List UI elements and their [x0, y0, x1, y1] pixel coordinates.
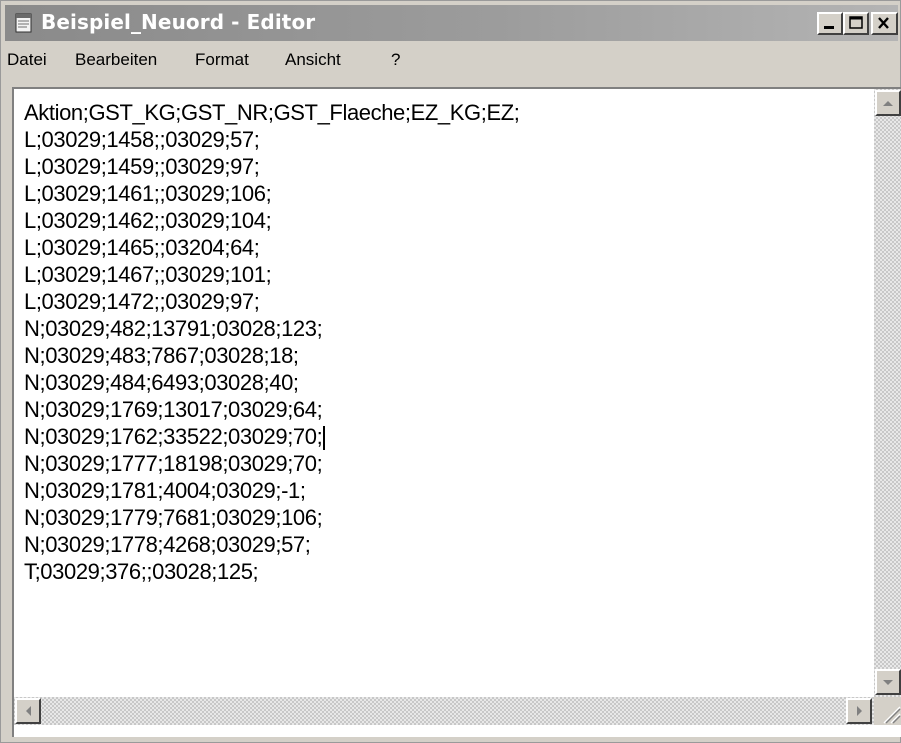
scroll-up-button[interactable]: [875, 90, 901, 116]
text-line-content: L;03029;1467;;03029;101;: [24, 262, 272, 287]
text-line-content: N;03029;1779;7681;03029;106;: [24, 505, 323, 530]
text-caret: [323, 426, 326, 451]
text-line[interactable]: L;03029;1467;;03029;101;: [24, 261, 859, 288]
text-line[interactable]: T;03029;376;;03028;125;: [24, 558, 859, 585]
text-line[interactable]: N;03029;482;13791;03028;123;: [24, 315, 859, 342]
menu-help[interactable]: ?: [391, 50, 400, 70]
text-line[interactable]: N;03029;1779;7681;03029;106;: [24, 504, 859, 531]
minimize-button[interactable]: [817, 12, 843, 35]
vertical-scrollbar[interactable]: [874, 89, 901, 697]
maximize-icon: [849, 16, 863, 29]
menu-bearbeiten[interactable]: Bearbeiten: [75, 50, 157, 70]
text-line[interactable]: L;03029;1465;;03204;64;: [24, 234, 859, 261]
text-line[interactable]: N;03029;483;7867;03028;18;: [24, 342, 859, 369]
text-line-content: T;03029;376;;03028;125;: [24, 559, 259, 584]
menu-bar: Datei Bearbeiten Format Ansicht ?: [5, 43, 898, 77]
menu-datei[interactable]: Datei: [7, 50, 47, 70]
minimize-icon: [824, 26, 834, 29]
resize-grip[interactable]: [874, 697, 901, 725]
text-line-content: L;03029;1472;;03029;97;: [24, 289, 260, 314]
maximize-button[interactable]: [843, 12, 869, 35]
text-line-content: L;03029;1458;;03029;57;: [24, 127, 260, 152]
text-line[interactable]: N;03029;484;6493;03028;40;: [24, 369, 859, 396]
window-title: Beispiel_Neuord - Editor: [41, 10, 316, 34]
text-line[interactable]: N;03029;1778;4268;03029;57;: [24, 531, 859, 558]
text-line-content: Aktion;GST_KG;GST_NR;GST_Flaeche;EZ_KG;E…: [24, 100, 520, 125]
scroll-left-button[interactable]: [15, 698, 41, 724]
title-bar[interactable]: Beispiel_Neuord - Editor: [5, 5, 898, 41]
text-line-content: L;03029;1465;;03204;64;: [24, 235, 260, 260]
arrow-up-icon: [883, 101, 893, 106]
scroll-down-button[interactable]: [875, 669, 901, 695]
resize-grip-icon: [883, 706, 901, 724]
text-line[interactable]: L;03029;1459;;03029;97;: [24, 153, 859, 180]
close-button[interactable]: [871, 12, 898, 35]
horizontal-scrollbar[interactable]: [14, 697, 874, 725]
text-line[interactable]: L;03029;1461;;03029;106;: [24, 180, 859, 207]
arrow-left-icon: [26, 706, 31, 716]
text-line-content: N;03029;1778;4268;03029;57;: [24, 532, 311, 557]
text-line[interactable]: Aktion;GST_KG;GST_NR;GST_Flaeche;EZ_KG;E…: [24, 99, 859, 126]
notepad-window: Beispiel_Neuord - Editor Datei Bearbeite…: [0, 0, 901, 743]
text-line[interactable]: N;03029;1781;4004;03029;-1;: [24, 477, 859, 504]
text-line[interactable]: L;03029;1458;;03029;57;: [24, 126, 859, 153]
text-line-content: L;03029;1461;;03029;106;: [24, 181, 272, 206]
arrow-right-icon: [857, 706, 862, 716]
text-line-content: N;03029;482;13791;03028;123;: [24, 316, 323, 341]
text-line-content: N;03029;1762;33522;03029;70;: [24, 424, 323, 449]
text-line[interactable]: N;03029;1762;33522;03029;70;: [24, 423, 859, 451]
text-line-content: N;03029;484;6493;03028;40;: [24, 370, 299, 395]
text-line[interactable]: L;03029;1472;;03029;97;: [24, 288, 859, 315]
text-line-content: N;03029;1777;18198;03029;70;: [24, 451, 323, 476]
text-line-content: N;03029;1769;13017;03029;64;: [24, 397, 323, 422]
menu-ansicht[interactable]: Ansicht: [285, 50, 341, 70]
text-line[interactable]: N;03029;1777;18198;03029;70;: [24, 450, 859, 477]
text-line-content: N;03029;483;7867;03028;18;: [24, 343, 299, 368]
close-icon: [878, 17, 889, 29]
notepad-icon: [13, 12, 35, 34]
text-line[interactable]: L;03029;1462;;03029;104;: [24, 207, 859, 234]
text-line[interactable]: N;03029;1769;13017;03029;64;: [24, 396, 859, 423]
scroll-right-button[interactable]: [846, 698, 872, 724]
arrow-down-icon: [883, 680, 893, 685]
text-line-content: L;03029;1462;;03029;104;: [24, 208, 272, 233]
text-line-content: L;03029;1459;;03029;97;: [24, 154, 260, 179]
text-line-content: N;03029;1781;4004;03029;-1;: [24, 478, 306, 503]
text-editor[interactable]: Aktion;GST_KG;GST_NR;GST_Flaeche;EZ_KG;E…: [12, 87, 901, 737]
menu-format[interactable]: Format: [195, 50, 249, 70]
text-area[interactable]: Aktion;GST_KG;GST_NR;GST_Flaeche;EZ_KG;E…: [24, 99, 859, 689]
